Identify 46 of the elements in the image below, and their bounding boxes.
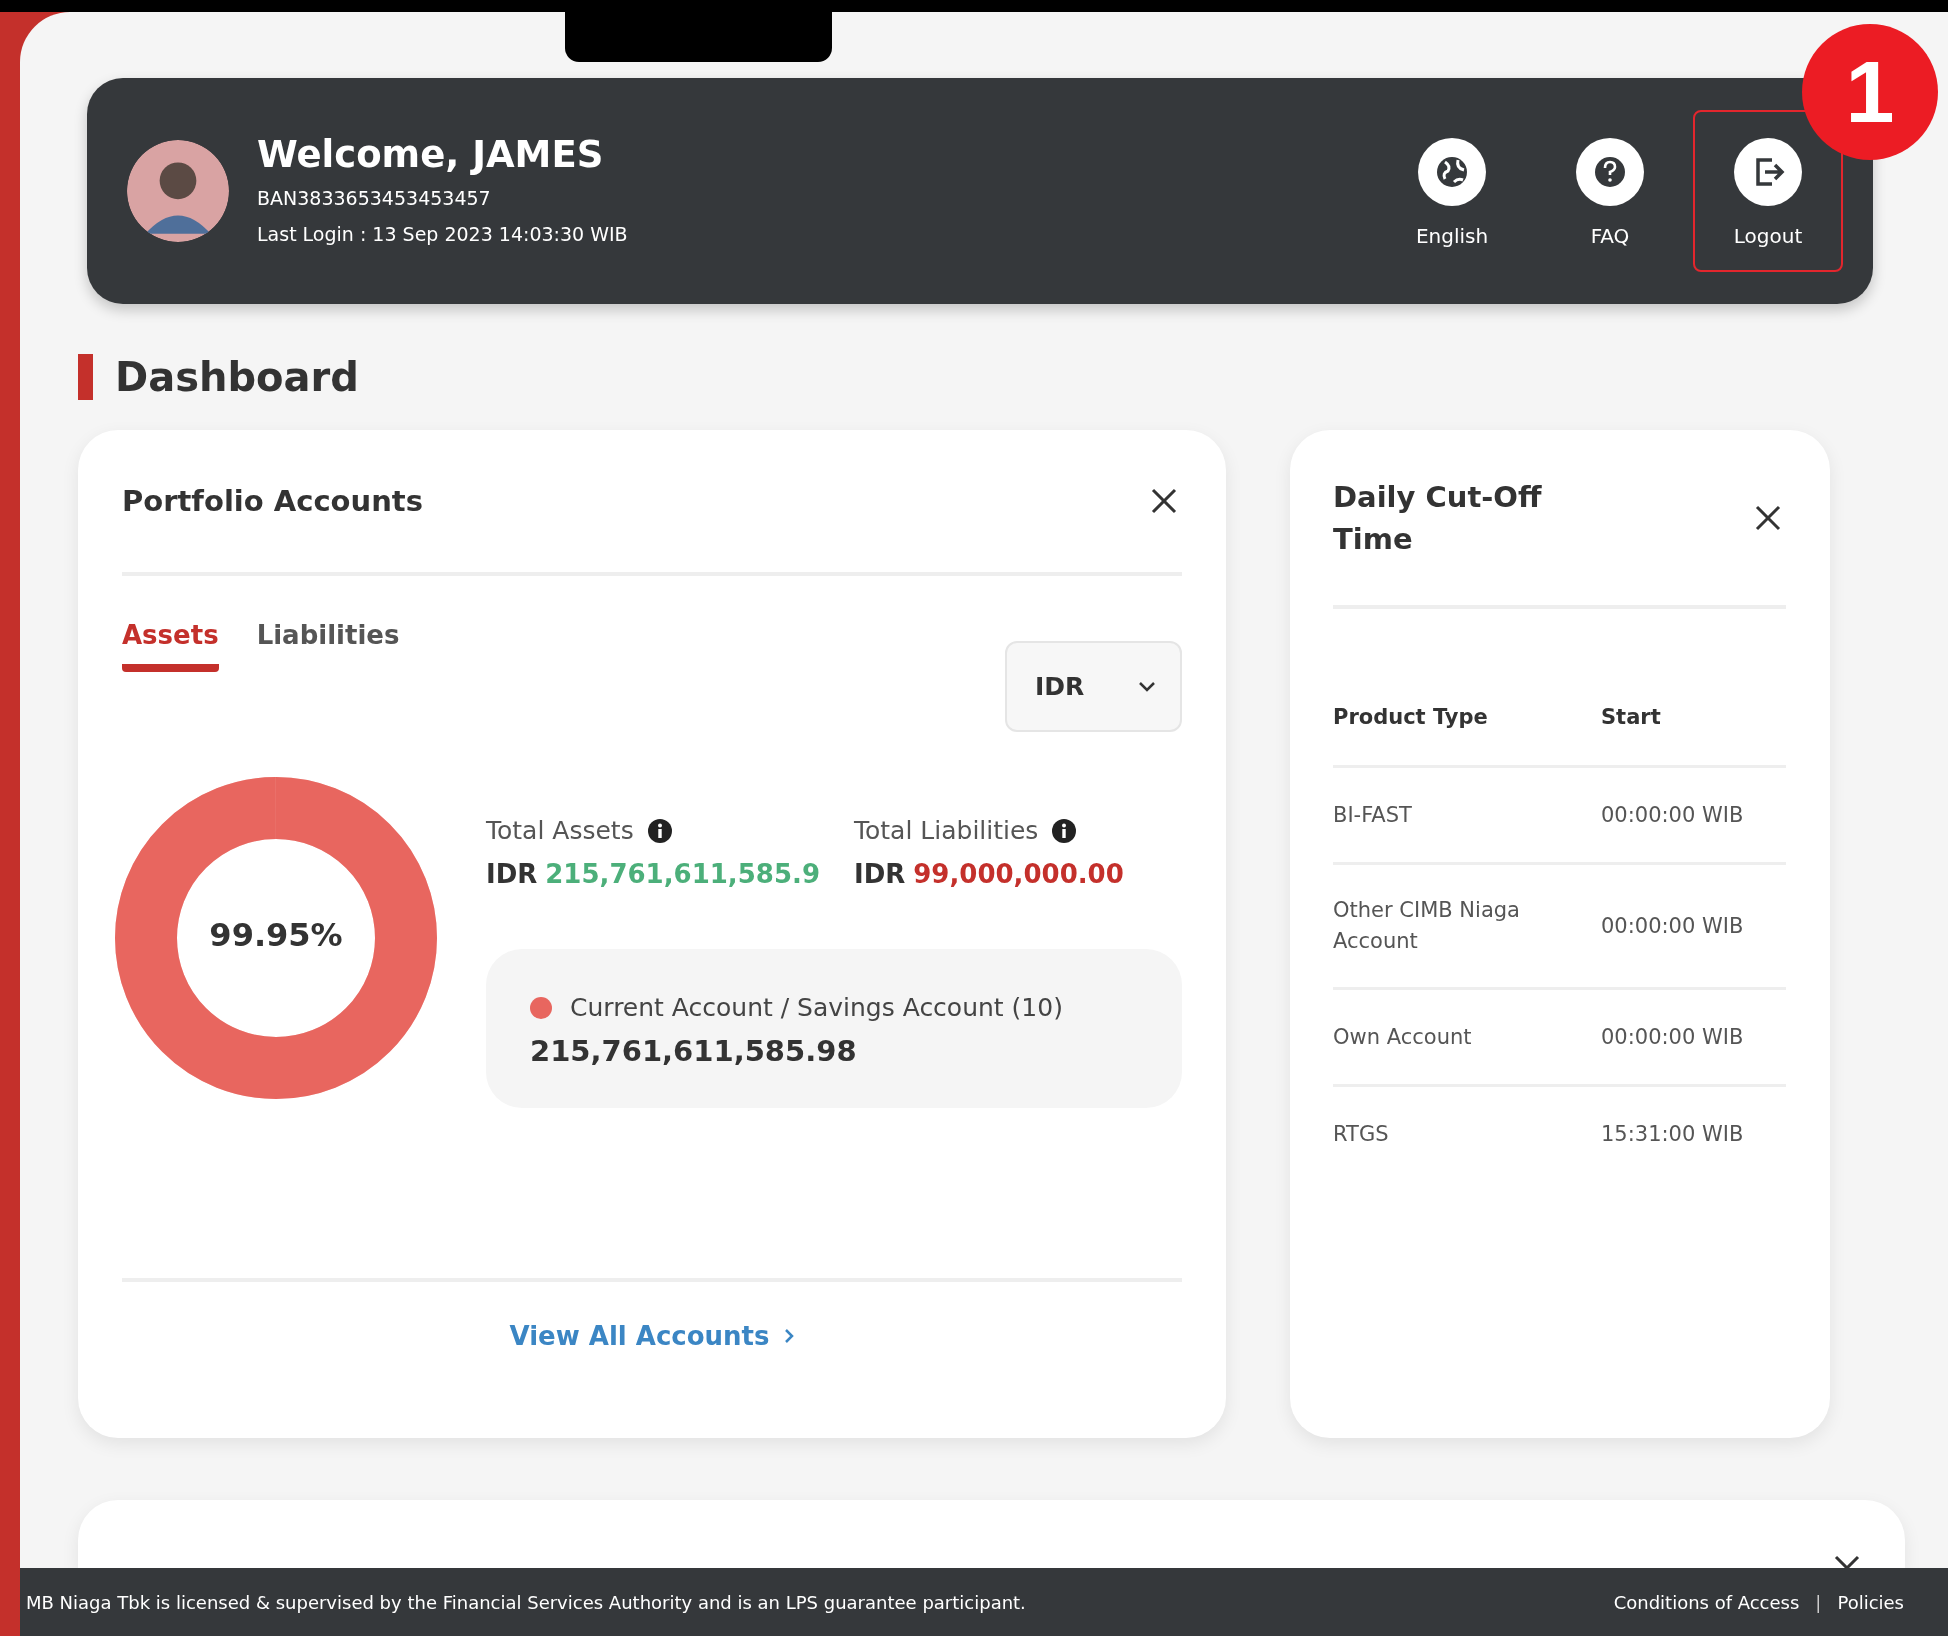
last-login-text: Last Login : 13 Sep 2023 14:03:30 WIB <box>257 222 629 247</box>
table-cell-text: 15:31:00 WIB <box>1601 1120 1744 1148</box>
table-cell-text: 00:00:00 WIB <box>1601 1023 1744 1051</box>
card-title: Daily Cut-Off Time <box>1333 478 1543 558</box>
total-label: Total Liabilities <box>854 816 1039 845</box>
currency-dropdown[interactable]: IDR <box>1005 641 1182 732</box>
chevron-down-icon <box>1138 680 1156 693</box>
total-amount: 99,000,000.00 <box>913 859 1124 889</box>
page-title: Dashboard <box>115 354 359 400</box>
info-icon <box>647 818 672 843</box>
account-type-label: Current Account / Savings Account (10) <box>570 993 1063 1022</box>
close-icon <box>1754 503 1782 532</box>
welcome-text: Welcome, JAMES <box>257 132 605 178</box>
table-cell-text: BI-FAST <box>1333 801 1413 829</box>
footer-notice: MB Niaga Tbk is licensed & supervised by the Financial Services Authority and is an LPS guarantee participant. <box>26 1591 1026 1613</box>
column-header: Start <box>1601 703 1661 731</box>
close-icon <box>1150 487 1178 515</box>
help-icon <box>1576 138 1644 206</box>
table-cell-text: 00:00:00 WIB <box>1601 912 1744 940</box>
annotation-badge: 1 <box>1802 24 1938 160</box>
title-accent-bar <box>78 354 93 400</box>
table-cell-text: 00:00:00 WIB <box>1601 801 1744 829</box>
tab[interactable]: Liabilities <box>256 620 400 672</box>
link-separator: | <box>1815 1591 1822 1613</box>
header-action-button[interactable]: English <box>1377 110 1527 272</box>
account-amount: 215,761,611,585.98 <box>530 1034 858 1068</box>
card-title: Portfolio Accounts <box>122 484 423 518</box>
view-all-accounts-link[interactable]: View All Accounts <box>509 1316 795 1356</box>
tab[interactable]: Assets <box>122 620 219 672</box>
info-icon <box>1052 818 1077 843</box>
table-cell-text: Own Account <box>1333 1023 1473 1051</box>
currency-code: IDR <box>854 859 906 889</box>
footer-link[interactable]: Conditions of Access <box>1613 1591 1800 1613</box>
total-label: Total Assets <box>486 816 634 845</box>
table-cell-text: RTGS <box>1333 1120 1390 1148</box>
currency-code: IDR <box>486 859 538 889</box>
logout-icon <box>1734 138 1802 206</box>
footer-link[interactable]: Policies <box>1837 1591 1904 1613</box>
donut-percentage: 99.95% <box>208 916 344 954</box>
account-number: BAN3833653453453457 <box>257 186 492 211</box>
total-amount: 215,761,611,585.9 <box>545 859 820 889</box>
chevron-right-icon <box>783 1328 795 1344</box>
table-cell-text: Other CIMB Niaga Account <box>1333 897 1521 955</box>
globe-icon <box>1418 138 1486 206</box>
column-header: Product Type <box>1333 703 1489 731</box>
header-action-button[interactable]: FAQ <box>1535 110 1685 272</box>
